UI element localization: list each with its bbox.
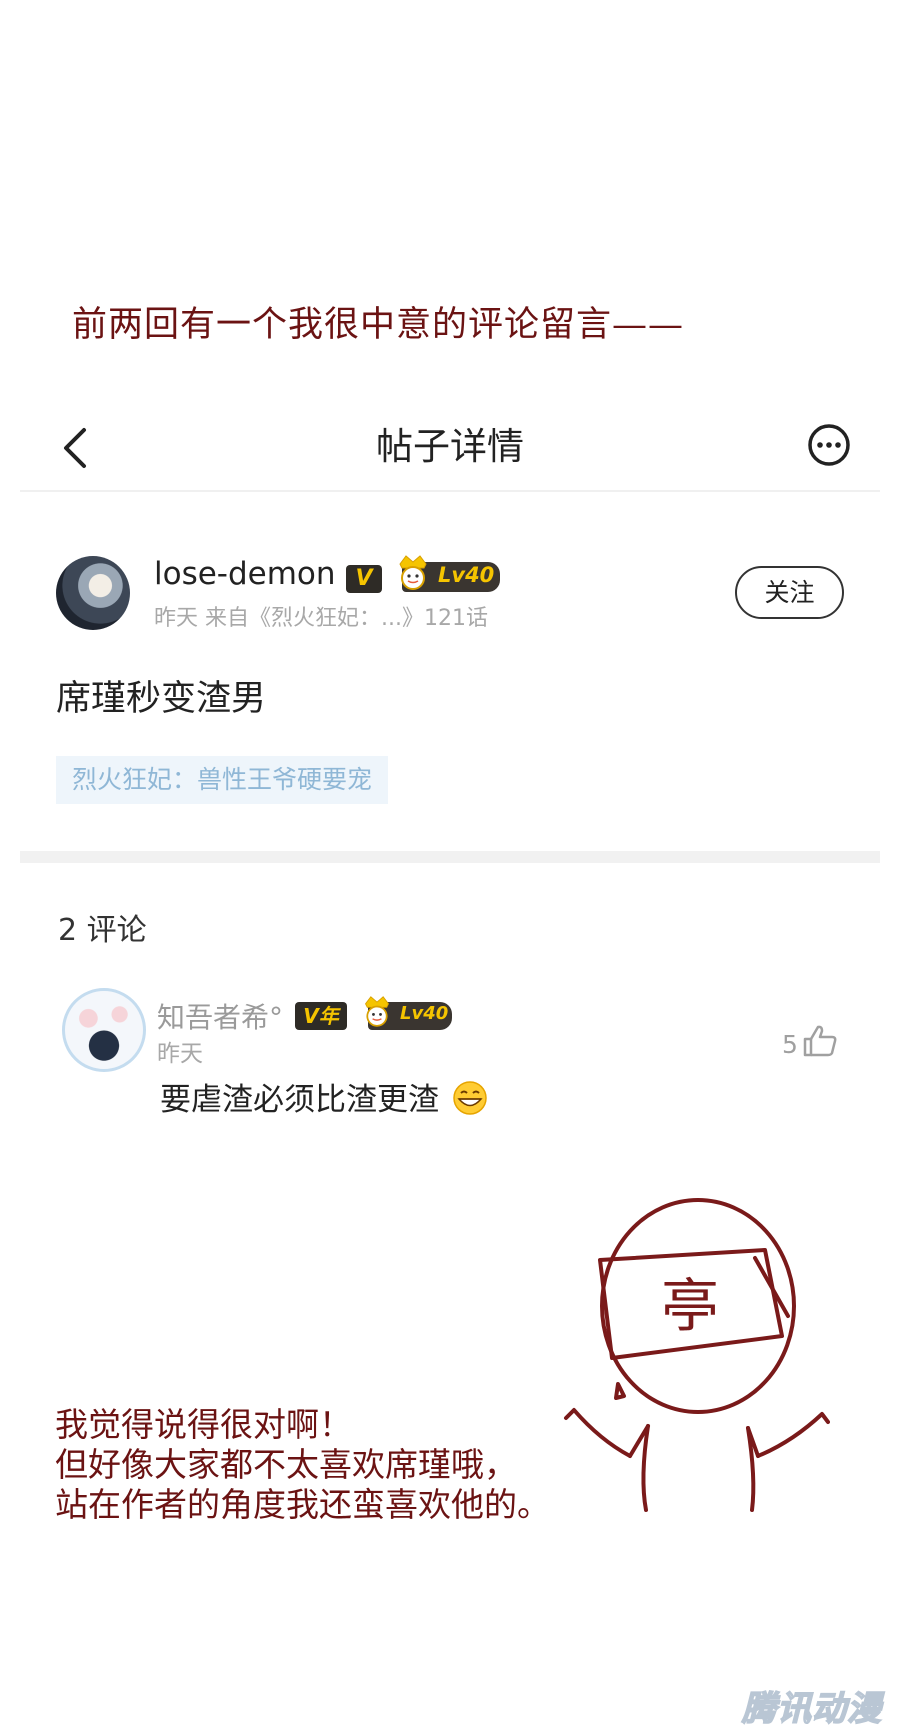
intro-caption: 前两回有一个我很中意的评论留言—— bbox=[72, 305, 685, 345]
comment-text: 要虐渣必须比渣更渣 bbox=[160, 1074, 489, 1119]
comment-level-badge: Lv40 bbox=[365, 996, 452, 1030]
comment-author-avatar[interactable] bbox=[62, 988, 146, 1072]
post-meta: 昨天 来自《烈火狂妃：...》121话 bbox=[154, 606, 488, 631]
crown-icon bbox=[365, 996, 389, 1027]
comment-time: 昨天 bbox=[157, 1041, 203, 1067]
post-author-avatar[interactable] bbox=[56, 556, 130, 630]
level-text: Lv40 bbox=[438, 563, 495, 587]
topic-tag[interactable]: 烈火狂妃：兽性王爷硬要宠 bbox=[56, 756, 389, 804]
note-line-1: 我觉得说得很对啊！ bbox=[55, 1405, 352, 1444]
handwritten-note: 我觉得说得很对啊！ 但好像大家都不太喜欢席瑾哦， 站在作者的角度我还蛮喜欢他的。 bbox=[55, 1405, 550, 1525]
year-vip-badge: V年 bbox=[295, 1002, 347, 1030]
section-divider bbox=[20, 851, 880, 863]
more-circle-icon bbox=[808, 424, 850, 466]
post-title: 席瑾秒变渣男 bbox=[56, 679, 267, 719]
stick-figure-doodle: 亭 bbox=[564, 1198, 830, 1512]
watermark-logo: 腾讯动漫 bbox=[741, 1688, 882, 1725]
page-title: 帖子详情 bbox=[376, 425, 524, 468]
post-author-name[interactable]: lose-demon bbox=[154, 556, 336, 592]
level-badge: Lv40 bbox=[399, 555, 500, 592]
note-line-2: 但好像大家都不太喜欢席瑾哦， bbox=[55, 1445, 517, 1484]
crown-icon bbox=[399, 555, 427, 590]
grinning-face-icon bbox=[453, 1081, 487, 1115]
top-navbar: 帖子详情 bbox=[20, 402, 880, 492]
level-text: Lv40 bbox=[400, 1003, 449, 1024]
like-button[interactable] bbox=[802, 1024, 838, 1058]
note-line-3: 站在作者的角度我还蛮喜欢他的。 bbox=[55, 1485, 550, 1524]
follow-button[interactable]: 关注 bbox=[735, 566, 844, 619]
comment-count: 2 评论 bbox=[58, 913, 147, 948]
vip-badge: V bbox=[346, 565, 382, 593]
comment-text-content: 要虐渣必须比渣更渣 bbox=[160, 1082, 439, 1118]
doodle-sign-text: 亭 bbox=[661, 1272, 719, 1340]
more-options-button[interactable] bbox=[806, 422, 852, 468]
like-count: 5 bbox=[782, 1030, 798, 1059]
thumbs-up-icon bbox=[803, 1025, 837, 1057]
comment-author-name[interactable]: 知吾者希° bbox=[157, 996, 283, 1036]
